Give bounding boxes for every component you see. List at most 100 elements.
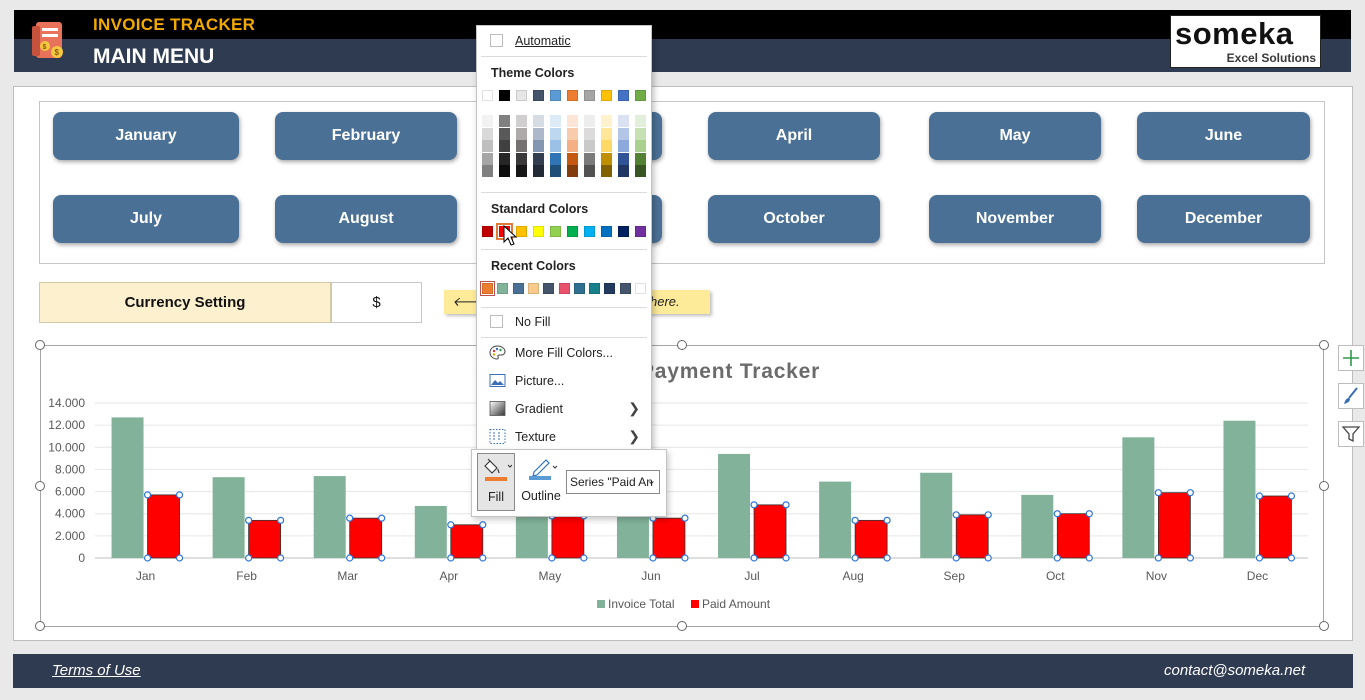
theme-shade-swatch[interactable] [482,127,493,140]
theme-shade-swatch[interactable] [516,152,527,165]
standard-color-swatch[interactable] [601,226,612,237]
theme-shade-swatch[interactable] [533,165,544,177]
theme-shade-swatch[interactable] [567,152,578,165]
no-fill-item[interactable]: No Fill [477,310,649,334]
standard-color-swatch[interactable] [567,226,578,237]
theme-color-swatch[interactable] [601,90,612,101]
theme-shade-swatch[interactable] [499,115,510,127]
payment-tracker-chart[interactable]: 14.000 12.000 10.000 8.000 6.000 4.000 2.000 0 J… [0,0,1365,700]
theme-color-swatch[interactable] [516,90,527,101]
gradient-fill-item[interactable]: Gradient ❯ [477,397,649,421]
recent-color-swatch[interactable] [635,283,646,294]
recent-color-swatch[interactable] [497,283,509,294]
theme-shade-swatch[interactable] [516,127,527,140]
theme-shade-swatch[interactable] [533,127,544,140]
theme-shade-swatch[interactable] [601,165,612,177]
theme-color-swatch[interactable] [550,90,561,101]
theme-shade-swatch[interactable] [533,152,544,165]
theme-shade-swatch[interactable] [584,165,595,177]
theme-shade-swatch[interactable] [618,140,629,152]
theme-shade-swatch[interactable] [601,152,612,165]
x-tick-label: Jan [136,569,155,583]
theme-shade-swatch[interactable] [584,152,595,165]
theme-shade-swatch[interactable] [635,165,646,177]
theme-shade-swatch[interactable] [482,165,493,177]
theme-shade-swatch[interactable] [516,165,527,177]
theme-shade-swatch[interactable] [584,127,595,140]
theme-shade-swatch[interactable] [516,115,527,127]
standard-color-swatch[interactable] [618,226,629,237]
series-selector-dropdown[interactable]: Series "Paid An ⌄ [566,470,660,494]
theme-color-swatch[interactable] [567,90,578,101]
theme-shade-swatch[interactable] [584,115,595,127]
theme-shade-swatch[interactable] [482,152,493,165]
recent-color-swatch[interactable] [480,281,495,296]
theme-shade-swatch[interactable] [550,165,561,177]
automatic-color-item[interactable]: Automatic [477,29,649,53]
standard-color-swatch[interactable] [533,226,544,237]
x-tick-label: Oct [1046,569,1065,583]
theme-shade-swatch[interactable] [533,140,544,152]
theme-shade-swatch[interactable] [601,140,612,152]
x-tick-label: Dec [1247,569,1268,583]
theme-shade-swatch[interactable] [516,140,527,152]
theme-shade-swatch[interactable] [567,140,578,152]
theme-shade-swatch[interactable] [533,115,544,127]
picture-fill-item[interactable]: Picture... [477,369,649,393]
theme-color-swatch[interactable] [533,90,544,101]
theme-color-swatch[interactable] [618,90,629,101]
theme-shade-swatch[interactable] [601,127,612,140]
theme-shade-swatch[interactable] [618,165,629,177]
theme-shade-swatch[interactable] [499,165,510,177]
recent-color-swatch[interactable] [589,283,601,294]
theme-shade-swatch[interactable] [584,140,595,152]
theme-shade-swatch[interactable] [635,127,646,140]
theme-color-swatch[interactable] [584,90,595,101]
outline-button[interactable]: Outline [518,453,564,511]
terms-of-use-link[interactable]: Terms of Use [52,662,141,679]
theme-shade-swatch[interactable] [482,115,493,127]
invoice-total-bar [616,510,649,558]
gradient-icon [489,401,506,416]
recent-color-swatch[interactable] [573,283,585,294]
selection-handle [851,554,859,562]
theme-shade-swatch[interactable] [499,152,510,165]
theme-shade-swatch[interactable] [618,115,629,127]
theme-shade-swatch[interactable] [601,115,612,127]
theme-shade-swatch[interactable] [499,140,510,152]
theme-shade-swatch[interactable] [567,165,578,177]
recent-color-swatch[interactable] [512,283,524,294]
recent-color-swatch[interactable] [604,283,616,294]
standard-color-swatch[interactable] [584,226,595,237]
theme-shade-swatch[interactable] [567,127,578,140]
theme-shade-swatch[interactable] [550,115,561,127]
theme-shade-swatch[interactable] [499,127,510,140]
theme-shade-swatch[interactable] [550,127,561,140]
chart-styles-brush-icon[interactable] [1338,383,1364,409]
theme-shade-swatch[interactable] [635,152,646,165]
recent-color-swatch[interactable] [543,283,555,294]
recent-color-swatch[interactable] [527,283,539,294]
theme-shade-swatch[interactable] [635,140,646,152]
fill-button[interactable]: Fill [477,453,515,511]
theme-shade-swatch[interactable] [618,127,629,140]
theme-color-swatch[interactable] [499,90,510,101]
chart-filter-icon[interactable] [1338,421,1364,447]
standard-color-swatch[interactable] [635,226,646,237]
standard-color-swatch[interactable] [482,226,493,237]
theme-shade-swatch[interactable] [567,115,578,127]
chart-elements-plus-icon[interactable] [1338,345,1364,371]
theme-shade-swatch[interactable] [550,152,561,165]
standard-color-swatch[interactable] [550,226,561,237]
recent-color-swatch[interactable] [558,283,570,294]
theme-shade-swatch[interactable] [550,140,561,152]
theme-shade-swatch[interactable] [635,115,646,127]
selection-handle [952,554,960,562]
theme-shade-swatch[interactable] [482,140,493,152]
theme-shade-swatch[interactable] [618,152,629,165]
more-fill-colors-item[interactable]: More Fill Colors... [477,341,649,365]
recent-color-swatch[interactable] [619,283,631,294]
theme-color-swatch[interactable] [482,90,493,101]
theme-color-swatch[interactable] [635,90,646,101]
texture-fill-item[interactable]: Texture ❯ [477,425,649,449]
